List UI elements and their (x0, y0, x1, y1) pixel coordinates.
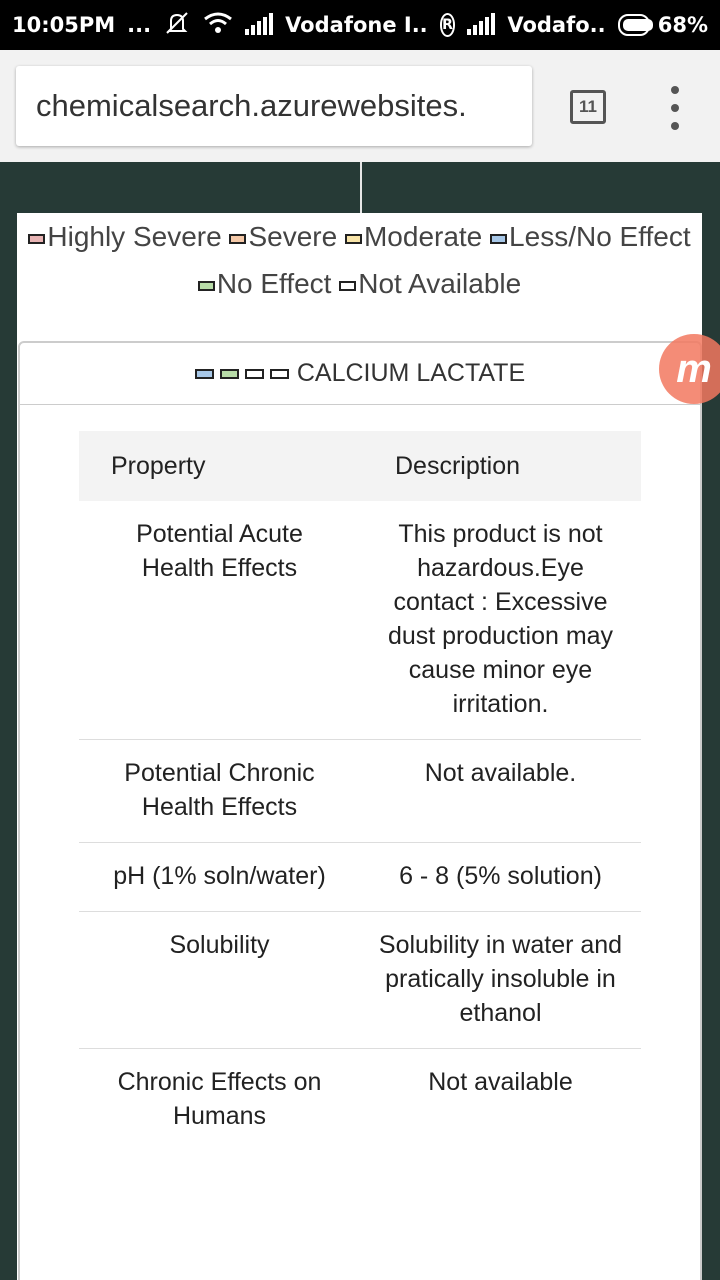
battery-icon (617, 14, 653, 36)
table-header-row: Property Description (79, 431, 641, 501)
property-cell: Solubility (79, 911, 360, 1049)
floating-m-badge-icon[interactable]: m (659, 334, 720, 404)
url-text: chemicalsearch.azurewebsites. (36, 88, 467, 123)
severity-legend: Highly Severe Severe Moderate Less/No Ef… (17, 213, 702, 307)
column-header-property: Property (79, 431, 360, 501)
legend-item: Less/No Effect (490, 221, 691, 252)
description-cell: Not available (360, 1048, 641, 1151)
legend-swatch-no-effect (197, 280, 215, 291)
tab-switcher-button[interactable]: 11 (570, 90, 606, 124)
column-header-description: Description (360, 431, 641, 501)
legend-swatch-less-no-effect (490, 233, 508, 244)
severity-swatches (194, 368, 289, 379)
chemical-name: CALCIUM LACTATE (296, 359, 526, 387)
carrier-1: Vodafone I.. (285, 13, 428, 37)
legend-swatch-severe (229, 233, 247, 244)
description-cell: Not available. (360, 739, 641, 843)
address-bar[interactable]: chemicalsearch.azurewebsites. (16, 66, 532, 146)
carrier-2: Vodafo.. (507, 13, 606, 37)
overflow-menu-icon[interactable] (660, 86, 690, 130)
tree-connector (360, 162, 362, 214)
status-bar: 10:05PM ... Vodafone I.. R Vodafo.. 68% (0, 0, 720, 50)
property-cell: Potential Chronic Health Effects (79, 739, 360, 843)
signal-icon-2 (467, 13, 496, 35)
roaming-icon: R (439, 13, 456, 37)
mute-icon (163, 11, 191, 40)
description-cell: Solubility in water and pratically insol… (360, 911, 641, 1049)
property-cell: pH (1% soln/water) (79, 842, 360, 912)
property-cell: Chronic Effects on Humans (79, 1048, 360, 1151)
table-row: Potential Chronic Health Effects Not ava… (79, 739, 641, 843)
panel-header[interactable]: CALCIUM LACTATE (20, 343, 700, 405)
legend-item: Highly Severe (28, 221, 222, 252)
legend-item: Moderate (344, 221, 482, 252)
swatch-no-effect (219, 368, 239, 379)
signal-icon (245, 13, 274, 35)
property-cell: Potential Acute Health Effects (136, 520, 303, 582)
table-row: Potential Acute Health Effects This prod… (79, 501, 641, 740)
description-cell: 6 - 8 (5% solution) (360, 842, 641, 912)
legend-item: No Effect (197, 268, 331, 299)
table-row: pH (1% soln/water) 6 - 8 (5% solution) (79, 842, 641, 912)
table-row: Solubility Solubility in water and prati… (79, 911, 641, 1049)
legend-row-2: No Effect Not Available (17, 260, 702, 307)
description-cell: This product is not hazardous.Eye contac… (387, 520, 614, 718)
legend-item: Severe (229, 221, 337, 252)
battery-percent: 68% (657, 13, 708, 37)
legend-swatch-highly-severe (28, 233, 46, 244)
notification-dots: ... (127, 13, 152, 37)
chemical-panel: CALCIUM LACTATE Property Description Pot… (18, 341, 702, 1280)
properties-table: Property Description Potential Acute Hea… (79, 431, 641, 1151)
swatch-not-available (244, 368, 264, 379)
swatch-not-available (269, 368, 289, 379)
browser-toolbar: chemicalsearch.azurewebsites. 11 (0, 50, 720, 162)
legend-swatch-moderate (344, 233, 362, 244)
content-card: Highly Severe Severe Moderate Less/No Ef… (17, 213, 702, 1280)
swatch-less-no-effect (194, 368, 214, 379)
legend-swatch-not-available (339, 280, 357, 291)
legend-item: Not Available (339, 268, 521, 299)
table-row: Chronic Effects on Humans Not available (79, 1048, 641, 1151)
wifi-icon (203, 11, 233, 40)
legend-row-1: Highly Severe Severe Moderate Less/No Ef… (17, 213, 702, 260)
status-time: 10:05PM (12, 13, 116, 37)
